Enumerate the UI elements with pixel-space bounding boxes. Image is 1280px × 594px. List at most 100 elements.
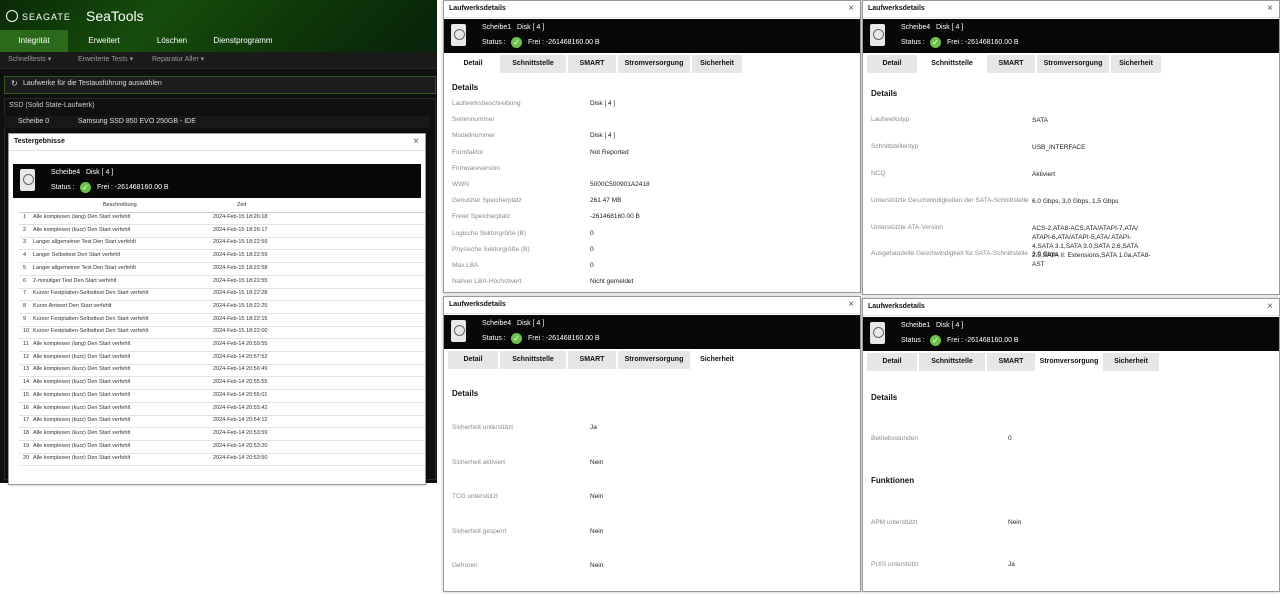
drive-row[interactable]: Scheibe 0 Samsung SSD 850 EVO 250GB - ID… bbox=[4, 116, 430, 128]
detail-tabs: Detail Schnittstelle SMART Stromversorgu… bbox=[444, 351, 860, 369]
tab-smart[interactable]: SMART bbox=[568, 351, 616, 369]
tab-stromversorgung[interactable]: Stromversorgung bbox=[1037, 353, 1101, 371]
row-description: Alle komplexen (kurz) Den Start verfehlt bbox=[33, 366, 131, 373]
tab-detail[interactable]: Detail bbox=[867, 55, 917, 73]
field-label: Betriebsstunden bbox=[871, 435, 918, 442]
field-label: Physische Sektorgröße (B) bbox=[452, 245, 530, 253]
detail-tabs: Detail Schnittstelle SMART Stromversorgu… bbox=[863, 353, 1279, 371]
drive-header: Scheibe4 Disk [ 4 ] Status : ✓ Frei : -2… bbox=[13, 164, 421, 198]
row-number: 20 bbox=[23, 455, 30, 462]
field-label: NCQ bbox=[871, 170, 886, 177]
drive-disk: Disk [ 4 ] bbox=[517, 320, 545, 327]
drive-name: Scheibe 0 bbox=[18, 118, 50, 125]
table-row[interactable]: 3 Langer allgemeiner Test Den Start verfe… bbox=[19, 237, 425, 251]
table-row[interactable]: 7 Kurzer Festplatten-Selbsttest Den Start… bbox=[19, 288, 425, 302]
tab-smart[interactable]: SMART bbox=[987, 353, 1035, 371]
close-icon[interactable]: × bbox=[413, 136, 419, 147]
tab-stromversorgung[interactable]: Stromversorgung bbox=[618, 351, 690, 369]
close-icon[interactable]: × bbox=[848, 3, 854, 14]
field-value: 261.47 MB bbox=[590, 197, 622, 205]
tab-sicherheit[interactable]: Sicherheit bbox=[1103, 353, 1159, 371]
refresh-icon[interactable]: ↻ bbox=[11, 79, 18, 88]
col-time: Zeit bbox=[237, 202, 247, 208]
tab-detail[interactable]: Detail bbox=[867, 353, 917, 371]
tab-stromversorgung[interactable]: Stromversorgung bbox=[1037, 55, 1109, 73]
section-details: Details bbox=[452, 83, 479, 92]
section-details: Details bbox=[871, 89, 898, 98]
select-drives-bar[interactable]: ↻ Laufwerke für die Testausführung auswä… bbox=[4, 76, 436, 94]
field-value: Ja bbox=[590, 424, 597, 431]
table-row[interactable]: 16 Alle komplexen (kurz) Den Start verfeh… bbox=[19, 403, 425, 416]
table-row[interactable]: 4 Langer Selbsttest Den Start verfehlt 202… bbox=[19, 250, 425, 264]
tab-schnittstelle[interactable]: Schnittstelle bbox=[919, 353, 985, 371]
tab-erweitert[interactable]: Erweitert bbox=[70, 30, 138, 52]
row-description: Kurze Antwort Den Start verfehlt bbox=[33, 302, 112, 309]
close-icon[interactable]: × bbox=[848, 299, 854, 310]
table-row[interactable]: 15 Alle komplexen (kurz) Den Start verfeh… bbox=[19, 390, 425, 403]
field-value: Nicht gemeldet bbox=[590, 278, 634, 286]
table-row[interactable]: 20 Alle komplexen (kurz) Den Start verfeh… bbox=[19, 453, 425, 467]
table-row[interactable]: 11 Alle komplexen (lang) Den Start verfeh… bbox=[19, 339, 425, 352]
table-row[interactable]: 18 Alle komplexen (kurz) Den Start verfeh… bbox=[19, 428, 425, 441]
tab-smart[interactable]: SMART bbox=[987, 55, 1035, 73]
table-row[interactable]: 19 Alle komplexen (kurz) Den Start verfeh… bbox=[19, 441, 425, 454]
tab-schnittstelle[interactable]: Schnittstelle bbox=[500, 351, 566, 369]
tab-detail[interactable]: Detail bbox=[448, 351, 498, 369]
tab-sicherheit[interactable]: Sicherheit bbox=[692, 55, 742, 73]
table-row[interactable]: 14 Alle komplexen (kurz) Den Start verfeh… bbox=[19, 377, 425, 391]
table-row[interactable]: 12 Alle komplexen (kurz) Den Start verfeh… bbox=[19, 352, 425, 365]
row-number: 10 bbox=[23, 328, 30, 335]
status-label: Status : bbox=[51, 184, 75, 191]
field-label: PUIS unterstützt bbox=[871, 561, 919, 568]
close-icon[interactable]: × bbox=[1267, 301, 1273, 312]
subnav-schnelltests[interactable]: Schnelltests ▾ bbox=[8, 55, 51, 63]
drive-name: Scheibe4 bbox=[51, 169, 81, 176]
row-number: 2 bbox=[23, 226, 27, 233]
table-row[interactable]: 1 Alle komplexen (lang) Den Start verfehl… bbox=[19, 212, 425, 225]
row-time: 2024-Feb-14 20:53:50 bbox=[213, 455, 268, 462]
row-time: 2024-Feb-14 20:59:55 bbox=[213, 341, 268, 347]
tab-sicherheit[interactable]: Sicherheit bbox=[692, 351, 742, 369]
status-ok-icon: ✓ bbox=[930, 37, 941, 48]
subnav-reparatur-aller[interactable]: Reparatur Aller ▾ bbox=[152, 55, 204, 63]
tab-dienstprogramm[interactable]: Dienstprogramm bbox=[206, 30, 280, 52]
tab-stromversorgung[interactable]: Stromversorgung bbox=[618, 55, 690, 73]
table-row[interactable]: 10 Kurzer Festplatten-Selbsttest Den Star… bbox=[19, 326, 425, 340]
table-row[interactable]: 17 Alle komplexen (kurz) Den Start verfeh… bbox=[19, 415, 425, 429]
row-description: Alle komplexen (kurz) Den Start verfehlt bbox=[33, 404, 131, 411]
window-title: Laufwerksdetails bbox=[868, 5, 925, 12]
sub-navigation: Schnelltests ▾ Erweiterte Tests ▾ Repara… bbox=[0, 52, 437, 69]
field-label: Sicherheit unterstützt bbox=[452, 424, 514, 431]
field-value: 0 bbox=[590, 245, 594, 253]
row-time: 2024-Feb-14 20:55:01 bbox=[213, 391, 268, 398]
tab-schnittstelle[interactable]: Schnittstelle bbox=[919, 55, 985, 73]
row-number: 16 bbox=[23, 404, 30, 411]
field-value: ACS-2,ATA8-ACS,ATA/ATAPI-7,ATA/ ATAPI-6,… bbox=[1032, 225, 1151, 268]
row-time: 2024-Feb-15 18:26:18 bbox=[213, 214, 268, 220]
hdd-icon bbox=[451, 24, 466, 46]
group-title: SSD (Solid State-Laufwerk) bbox=[9, 102, 95, 109]
window-title: Laufwerksdetails bbox=[868, 303, 925, 310]
tab-schnittstelle[interactable]: Schnittstelle bbox=[500, 55, 566, 73]
row-time: 2024-Feb-14 20:56:49 bbox=[213, 366, 268, 373]
row-time: 2024-Feb-14 20:55:42 bbox=[213, 404, 268, 411]
tab-loeschen[interactable]: Löschen bbox=[140, 30, 204, 52]
row-time: 2024-Feb-15 18:22:58 bbox=[213, 264, 268, 271]
status-ok-icon: ✓ bbox=[511, 333, 522, 344]
table-row[interactable]: 13 Alle komplexen (kurz) Den Start verfeh… bbox=[19, 364, 425, 378]
table-row[interactable]: 2 Alle komplexen (kurz) Den Start verfehl… bbox=[19, 225, 425, 238]
subnav-erweiterte-tests[interactable]: Erweiterte Tests ▾ bbox=[78, 55, 133, 63]
table-row[interactable]: 6 2-minütiger Test Den Start verfehlt 2024… bbox=[19, 276, 425, 289]
table-row[interactable]: 9 Kurzer Festplatten-Selbsttest Den Start… bbox=[19, 314, 425, 327]
row-number: 5 bbox=[23, 264, 27, 271]
tab-integritaet[interactable]: Integrität bbox=[0, 30, 68, 52]
tab-smart[interactable]: SMART bbox=[568, 55, 616, 73]
tab-sicherheit[interactable]: Sicherheit bbox=[1111, 55, 1161, 73]
close-icon[interactable]: × bbox=[1267, 3, 1273, 14]
table-row[interactable]: 8 Kurze Antwort Den Start verfehlt 2024-Fe… bbox=[19, 301, 425, 314]
dialog-title: Testergebnisse bbox=[14, 138, 65, 145]
tab-detail[interactable]: Detail bbox=[448, 55, 498, 73]
field-value: Not Reported bbox=[590, 148, 629, 156]
field-value: Nein bbox=[590, 562, 604, 569]
table-row[interactable]: 5 Langer allgemeiner Test Den Start verfe… bbox=[19, 263, 425, 276]
